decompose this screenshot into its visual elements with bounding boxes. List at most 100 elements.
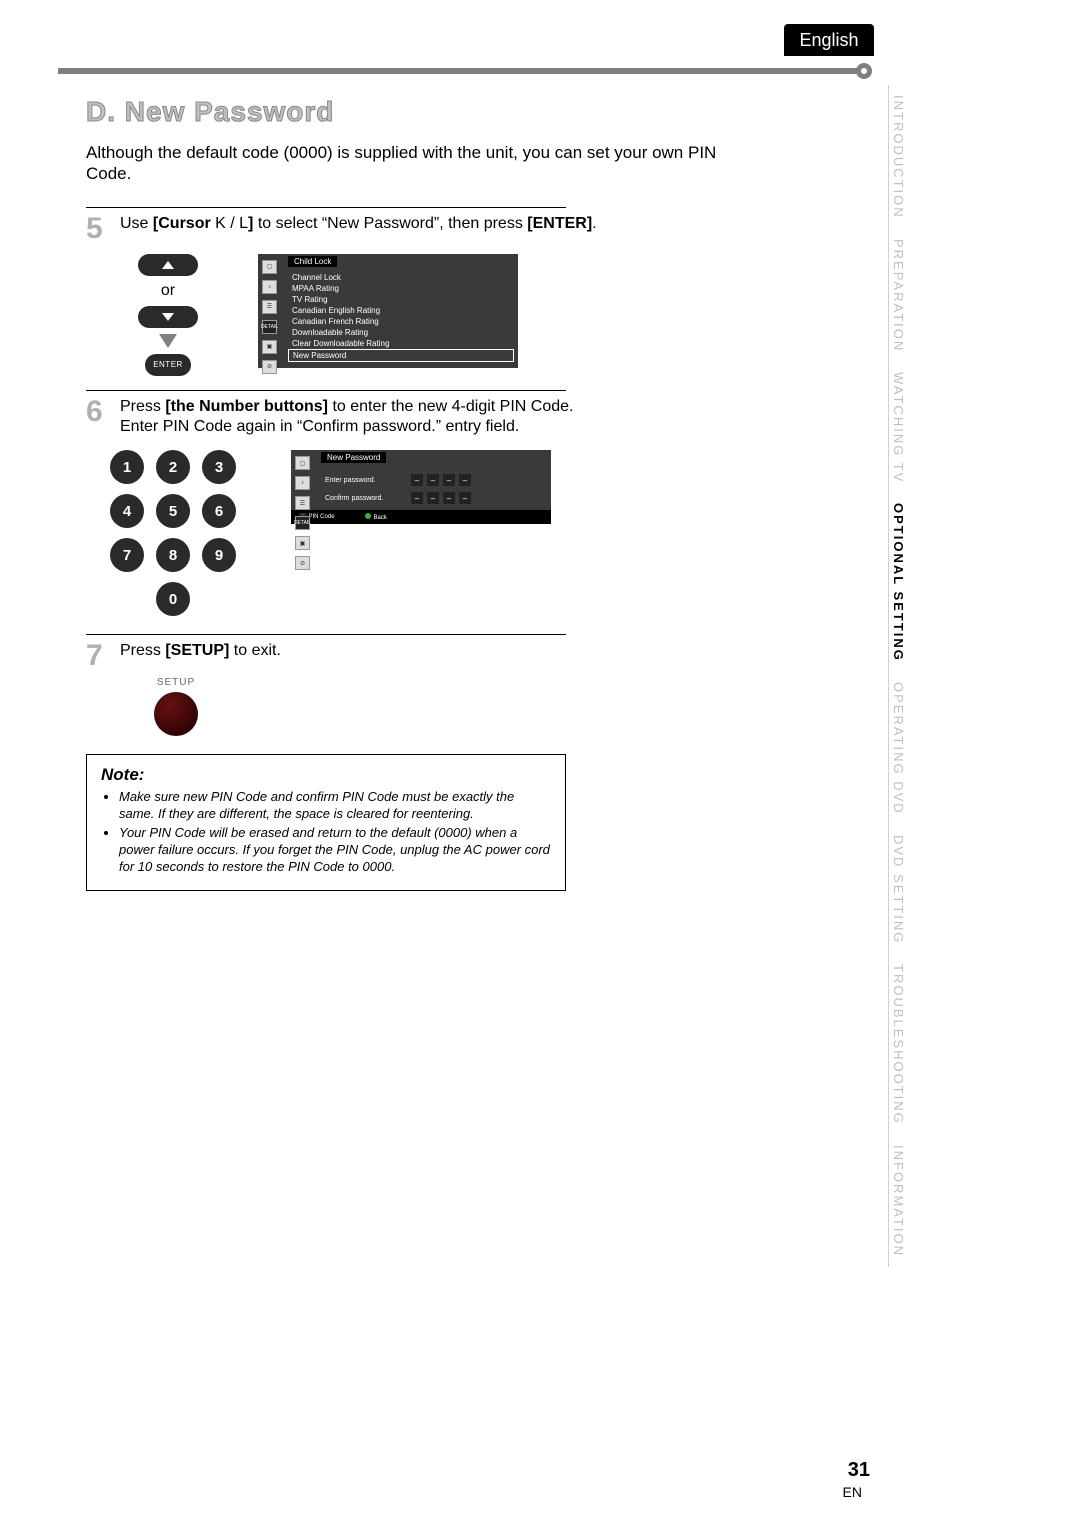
enter-password-row: Enter password. – – – – xyxy=(325,474,543,486)
pin-digit: – xyxy=(459,492,471,504)
note-bullet: Your PIN Code will be erased and return … xyxy=(119,825,551,876)
text-bold: [SETUP] xyxy=(165,642,229,659)
osd-icon: ▣ xyxy=(262,340,277,354)
setup-label: SETUP xyxy=(157,677,195,688)
numkey-1: 1 xyxy=(110,450,144,484)
osd-icon: ☰ xyxy=(295,496,310,510)
pin-digit: – xyxy=(427,492,439,504)
remote-cursor-group: or ENTER xyxy=(138,254,198,376)
osd-title: Child Lock xyxy=(288,256,337,267)
intro-text: Although the default code (0000) is supp… xyxy=(86,142,726,185)
text: Enter PIN Code again in “Confirm passwor… xyxy=(120,418,519,435)
pin-digit: – xyxy=(411,474,423,486)
text: to exit. xyxy=(229,642,281,659)
setup-button-graphic: SETUP xyxy=(146,677,206,736)
or-label: or xyxy=(161,282,175,300)
footer-back: Back xyxy=(365,513,387,521)
numkey-7: 7 xyxy=(110,538,144,572)
pin-digit: – xyxy=(443,474,455,486)
separator xyxy=(86,207,566,208)
pin-boxes: – – – – xyxy=(411,492,471,504)
osd-item: Clear Downloadable Rating xyxy=(288,338,514,349)
nav-watching-tv[interactable]: WATCHING TV xyxy=(888,362,908,493)
osd-icon-detail: DETAIL xyxy=(262,320,277,334)
osd-icon: ⊘ xyxy=(262,360,277,374)
separator xyxy=(86,390,566,391)
numkey-6: 6 xyxy=(202,494,236,528)
text-bold: [the Number buttons] xyxy=(165,398,328,415)
nav-preparation[interactable]: PREPARATION xyxy=(888,229,908,362)
osd-icon: ♪ xyxy=(295,476,310,490)
osd-item: Canadian English Rating xyxy=(288,305,514,316)
step-number: 5 xyxy=(86,214,112,244)
text: to enter the new 4-digit PIN Code. xyxy=(328,398,573,415)
pin-digit: – xyxy=(459,474,471,486)
pin-digit: – xyxy=(411,492,423,504)
setup-button xyxy=(154,692,198,736)
nav-operating-dvd[interactable]: OPERATING DVD xyxy=(888,672,908,825)
step-7: 7 Press [SETUP] to exit. xyxy=(86,641,726,671)
cursor-down-button xyxy=(138,306,198,328)
note-box: Note: Make sure new PIN Code and confirm… xyxy=(86,754,566,890)
osd-side-icons: ▢ ♪ ☰ DETAIL ▣ ⊘ xyxy=(262,260,277,374)
nav-optional-setting[interactable]: OPTIONAL SETTING xyxy=(888,493,908,672)
side-nav: INTRODUCTION PREPARATION WATCHING TV OPT… xyxy=(888,85,910,1267)
osd-icon: ⊘ xyxy=(295,556,310,570)
header-rule-endcap xyxy=(856,63,872,79)
step-5-graphics: or ENTER Child Lock ▢ ♪ ☰ DETAIL ▣ ⊘ Cha… xyxy=(138,254,726,376)
text: Press xyxy=(120,642,165,659)
nav-information[interactable]: INFORMATION xyxy=(888,1135,908,1267)
osd-icon-detail: DETAIL xyxy=(295,516,310,530)
text-bold: [ENTER] xyxy=(527,215,592,232)
row-label: Confirm password. xyxy=(325,495,405,502)
osd-new-password: New Password ▢ ♪ ☰ DETAIL ▣ ⊘ Enter pass… xyxy=(291,450,551,524)
osd-item: TV Rating xyxy=(288,294,514,305)
osd-title: New Password xyxy=(321,452,386,463)
note-bullet: Make sure new PIN Code and confirm PIN C… xyxy=(119,789,551,823)
number-pad: 1 2 3 4 5 6 7 8 9 0 xyxy=(110,450,236,616)
osd-item: Channel Lock xyxy=(288,272,514,283)
pin-digit: – xyxy=(427,474,439,486)
content-column: D. New Password Although the default cod… xyxy=(86,96,726,891)
text: Press xyxy=(120,398,165,415)
osd-menu-list: Channel Lock MPAA Rating TV Rating Canad… xyxy=(288,272,514,362)
header-rule xyxy=(58,68,866,74)
nav-dvd-setting[interactable]: DVD SETTING xyxy=(888,825,908,954)
page-number: 31 xyxy=(848,1459,870,1482)
text-bold: [Cursor xyxy=(153,215,215,232)
numkey-3: 3 xyxy=(202,450,236,484)
nav-troubleshooting[interactable]: TROUBLESHOOTING xyxy=(888,954,908,1135)
osd-icon: ▢ xyxy=(295,456,310,470)
numkey-2: 2 xyxy=(156,450,190,484)
step-6: 6 Press [the Number buttons] to enter th… xyxy=(86,397,726,439)
osd-item-selected: New Password xyxy=(288,349,514,362)
numkey-0: 0 xyxy=(156,582,190,616)
step-number: 7 xyxy=(86,641,112,671)
pin-digit: – xyxy=(443,492,455,504)
note-list: Make sure new PIN Code and confirm PIN C… xyxy=(101,789,551,875)
numkey-4: 4 xyxy=(110,494,144,528)
step-6-text: Press [the Number buttons] to enter the … xyxy=(120,397,726,439)
osd-icon: ♪ xyxy=(262,280,277,294)
text: Use xyxy=(120,215,153,232)
page-lang-code: EN xyxy=(843,1484,862,1500)
step-5: 5 Use [Cursor K / L] to select “New Pass… xyxy=(86,214,726,244)
step-6-graphics: 1 2 3 4 5 6 7 8 9 0 New Password ▢ ♪ ☰ D… xyxy=(110,450,726,616)
text: to select “New Password”, then press xyxy=(253,215,527,232)
section-title: D. New Password xyxy=(86,96,726,128)
enter-button: ENTER xyxy=(145,354,191,376)
flow-arrow-down-icon xyxy=(159,334,177,348)
nav-introduction[interactable]: INTRODUCTION xyxy=(888,85,908,229)
osd-icon: ☰ xyxy=(262,300,277,314)
note-title: Note: xyxy=(101,765,551,785)
row-label: Enter password. xyxy=(325,477,405,484)
numkey-5: 5 xyxy=(156,494,190,528)
text: . xyxy=(592,215,596,232)
separator xyxy=(86,634,566,635)
step-7-text: Press [SETUP] to exit. xyxy=(120,641,726,662)
osd-child-lock-menu: Child Lock ▢ ♪ ☰ DETAIL ▣ ⊘ Channel Lock… xyxy=(258,254,518,368)
numkey-9: 9 xyxy=(202,538,236,572)
confirm-password-row: Confirm password. – – – – xyxy=(325,492,543,504)
language-tab: English xyxy=(784,24,874,56)
osd-item: MPAA Rating xyxy=(288,283,514,294)
